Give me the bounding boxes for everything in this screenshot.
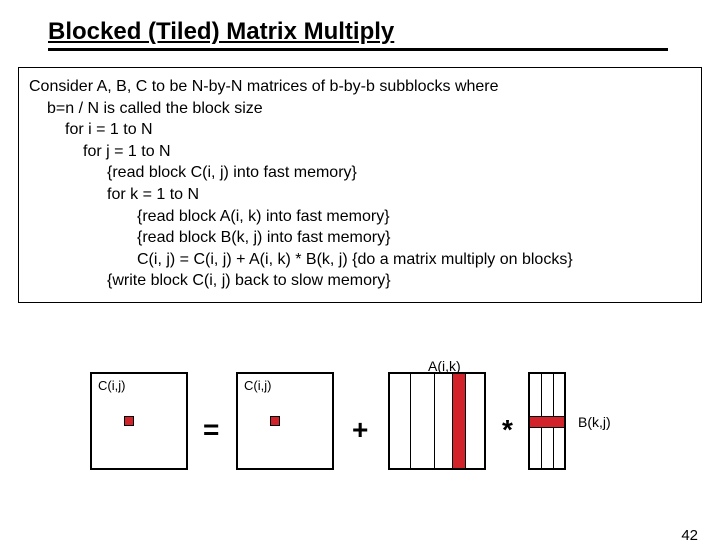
- matrix-c-right: C(i,j): [236, 372, 334, 470]
- page-number: 42: [681, 527, 698, 544]
- a-gridline-icon: [410, 374, 411, 468]
- code-line: for k = 1 to N: [107, 184, 691, 206]
- diagram: C(i,j) = C(i,j) + A(i,k) * B(k,j): [0, 358, 720, 518]
- code-line: b=n / N is called the block size: [47, 98, 691, 120]
- matrix-c-left: C(i,j): [90, 372, 188, 470]
- code-line: Consider A, B, C to be N-by-N matrices o…: [29, 76, 691, 98]
- code-line: {read block B(k, j) into fast memory}: [137, 227, 691, 249]
- code-line: for j = 1 to N: [83, 141, 691, 163]
- a-gridline-icon: [434, 374, 435, 468]
- matrix-a: [388, 372, 486, 470]
- matrix-c-right-label: C(i,j): [244, 378, 271, 393]
- code-line: for i = 1 to N: [65, 119, 691, 141]
- pseudocode-box: Consider A, B, C to be N-by-N matrices o…: [18, 67, 702, 303]
- code-line: {read block A(i, k) into fast memory}: [137, 206, 691, 228]
- slide-title: Blocked (Tiled) Matrix Multiply: [48, 18, 394, 45]
- matrix-b: [528, 372, 566, 470]
- code-line: {read block C(i, j) into fast memory}: [107, 162, 691, 184]
- code-line: C(i, j) = C(i, j) + A(i, k) * B(k, j) {d…: [137, 249, 691, 271]
- b-row-band-icon: [530, 416, 564, 428]
- c-subblock-icon: [270, 416, 280, 426]
- plus-op: +: [352, 414, 368, 446]
- equals-op: =: [203, 414, 219, 446]
- matrix-b-label: B(k,j): [578, 414, 611, 430]
- matrix-c-left-label: C(i,j): [98, 378, 125, 393]
- title-bar: Blocked (Tiled) Matrix Multiply: [48, 18, 668, 51]
- a-column-band-icon: [452, 374, 466, 468]
- code-line: {write block C(i, j) back to slow memory…: [107, 270, 691, 292]
- matrix-a-label: A(i,k): [428, 358, 461, 374]
- c-subblock-icon: [124, 416, 134, 426]
- star-op: *: [502, 414, 513, 446]
